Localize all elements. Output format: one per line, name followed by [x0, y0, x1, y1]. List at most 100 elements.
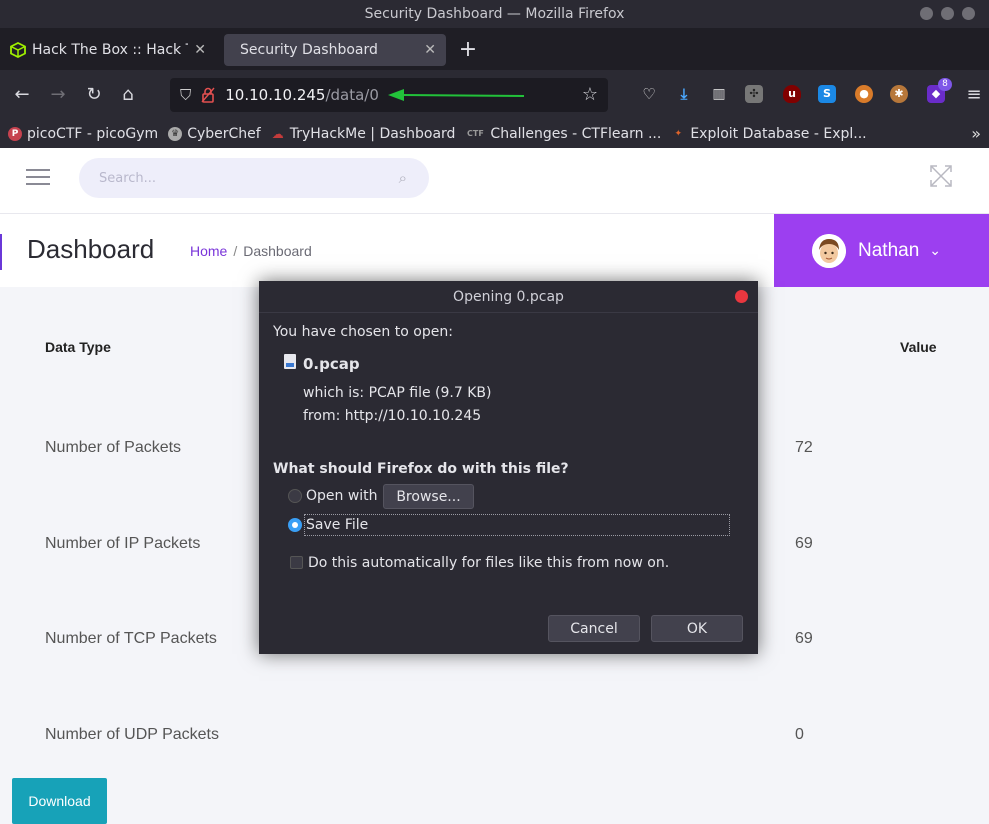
file-type-info: which is: PCAP file (9.7 KB): [303, 385, 492, 401]
cyberchef-icon: ♛: [168, 127, 183, 141]
extension-icon[interactable]: ✣: [745, 85, 763, 103]
file-icon: [284, 354, 296, 369]
open-with-radio[interactable]: [288, 489, 302, 503]
picoctf-icon: P: [8, 127, 22, 141]
auto-action-checkbox[interactable]: [290, 556, 303, 569]
forward-icon[interactable]: →: [46, 83, 70, 107]
table-row-value: 0: [795, 726, 804, 743]
fullscreen-icon[interactable]: [929, 164, 953, 188]
file-name: 0.pcap: [303, 355, 360, 373]
url-path: /data/0: [325, 86, 379, 104]
breadcrumb: Home / Dashboard: [190, 243, 312, 259]
open-file-dialog: Opening 0.pcap You have chosen to open: …: [259, 281, 758, 654]
tryhackme-icon: ☁: [271, 127, 284, 141]
back-icon[interactable]: ←: [10, 83, 34, 107]
tab-label: Hack The Box :: Hack The: [32, 42, 188, 58]
dialog-title: Opening 0.pcap: [453, 289, 564, 305]
window-titlebar: Security Dashboard — Mozilla Firefox: [0, 0, 989, 28]
breadcrumb-home-link[interactable]: Home: [190, 243, 227, 259]
ctflearn-icon: CTF: [467, 129, 484, 138]
table-row-label: Number of IP Packets: [45, 535, 201, 552]
user-name: Nathan: [858, 239, 920, 261]
page-topbar: ⌕: [0, 148, 989, 214]
breadcrumb-current: Dashboard: [243, 243, 312, 259]
dialog-question: What should Firefox do with this file?: [273, 461, 569, 477]
window-controls: [920, 7, 975, 20]
dialog-intro: You have chosen to open:: [273, 324, 453, 340]
sidebar-icon[interactable]: ▥: [710, 85, 728, 103]
column-header-value: Value: [900, 339, 937, 355]
pocket-icon[interactable]: ♡: [640, 85, 658, 103]
header-accent: [0, 234, 2, 270]
bookmark-label: CyberChef: [187, 126, 261, 142]
new-tab-button[interactable]: +: [456, 36, 480, 64]
avatar[interactable]: [812, 233, 846, 268]
annotation-arrow: [388, 89, 525, 101]
avatar-icon: [812, 233, 846, 268]
auto-action-label[interactable]: Do this automatically for files like thi…: [308, 555, 669, 571]
tab-hackthebox[interactable]: Hack The Box :: Hack The ✕: [0, 34, 216, 66]
downloads-icon[interactable]: ⤓: [675, 85, 693, 103]
cancel-button[interactable]: Cancel: [548, 615, 640, 642]
tab-bar: Hack The Box :: Hack The ✕ Security Dash…: [0, 28, 989, 70]
chevron-down-icon[interactable]: ⌄: [929, 243, 941, 259]
insecure-lock-icon[interactable]: [201, 87, 215, 103]
s-extension-icon[interactable]: S: [818, 85, 836, 103]
reload-icon[interactable]: ↻: [82, 83, 106, 107]
bookmark-ctflearn[interactable]: CTF Challenges - CTFlearn ...: [465, 126, 661, 142]
bookmark-cyberchef[interactable]: ♛ CyberChef: [168, 126, 261, 142]
hamburger-menu-icon[interactable]: [26, 169, 50, 189]
save-file-radio[interactable]: [288, 518, 302, 532]
bookmark-label: Challenges - CTFlearn ...: [490, 126, 662, 142]
ublock-icon[interactable]: u: [783, 85, 801, 103]
table-row-value: 69: [795, 535, 813, 552]
save-file-label[interactable]: Save File: [306, 517, 368, 533]
table-row-value: 69: [795, 630, 813, 647]
bookmark-picoctf[interactable]: P picoCTF - picoGym: [8, 126, 158, 142]
bookmark-label: TryHackMe | Dashboard: [289, 126, 456, 142]
ok-button[interactable]: OK: [651, 615, 743, 642]
close-icon[interactable]: ✕: [424, 42, 436, 58]
shield-icon[interactable]: ⛉: [180, 86, 191, 104]
chevron-right-icon[interactable]: »: [971, 124, 981, 143]
tab-security-dashboard[interactable]: Security Dashboard ✕: [224, 34, 446, 66]
file-source-info: from: http://10.10.10.245: [303, 408, 482, 424]
page-header: Dashboard Home / Dashboard Nathan ⌄: [0, 214, 989, 287]
navigation-toolbar: ← → ↻ ⌂ ⛉ 10.10.10.245 /data/0 ☆ ♡ ⤓ ▥ ✣…: [0, 70, 989, 120]
extension-badge: 8: [938, 78, 952, 91]
menu-icon[interactable]: ≡: [962, 83, 986, 107]
browse-button[interactable]: Browse...: [383, 484, 474, 509]
bookmark-tryhackme[interactable]: ☁ TryHackMe | Dashboard: [271, 126, 456, 142]
page-title: Dashboard: [27, 234, 155, 264]
bookmark-label: Exploit Database - Expl...: [690, 126, 867, 142]
bookmarks-toolbar: P picoCTF - picoGym ♛ CyberChef ☁ TryHac…: [0, 120, 989, 148]
close-icon[interactable]: ✕: [194, 42, 206, 58]
close-window-button[interactable]: [962, 7, 975, 20]
foxyproxy-icon[interactable]: ●: [855, 85, 873, 103]
maximize-button[interactable]: [941, 7, 954, 20]
table-row-value: 72: [795, 439, 813, 456]
column-header-type: Data Type: [45, 339, 111, 355]
search-box[interactable]: ⌕: [79, 158, 429, 198]
exploitdb-icon: ✦: [674, 129, 683, 139]
window-title: Security Dashboard — Mozilla Firefox: [364, 6, 625, 22]
cookie-icon[interactable]: ✱: [890, 85, 908, 103]
download-button[interactable]: Download: [12, 778, 107, 824]
minimize-button[interactable]: [920, 7, 933, 20]
tab-label: Security Dashboard: [240, 42, 378, 58]
table-row-label: Number of UDP Packets: [45, 726, 219, 743]
breadcrumb-separator: /: [233, 243, 238, 259]
search-input[interactable]: [99, 170, 379, 186]
hackthebox-icon: [10, 42, 26, 58]
table-row-label: Number of Packets: [45, 439, 182, 456]
search-icon[interactable]: ⌕: [399, 169, 407, 187]
open-with-label[interactable]: Open with: [306, 488, 378, 504]
bookmark-label: picoCTF - picoGym: [27, 126, 159, 142]
home-icon[interactable]: ⌂: [116, 83, 140, 107]
dialog-close-button[interactable]: [735, 290, 748, 303]
bookmark-exploitdb[interactable]: ✦ Exploit Database - Expl...: [671, 126, 867, 142]
user-menu[interactable]: Nathan ⌄: [774, 214, 989, 287]
table-row-label: Number of TCP Packets: [45, 630, 217, 647]
bookmark-star-icon[interactable]: ☆: [582, 84, 598, 105]
url-host: 10.10.10.245: [225, 86, 326, 104]
